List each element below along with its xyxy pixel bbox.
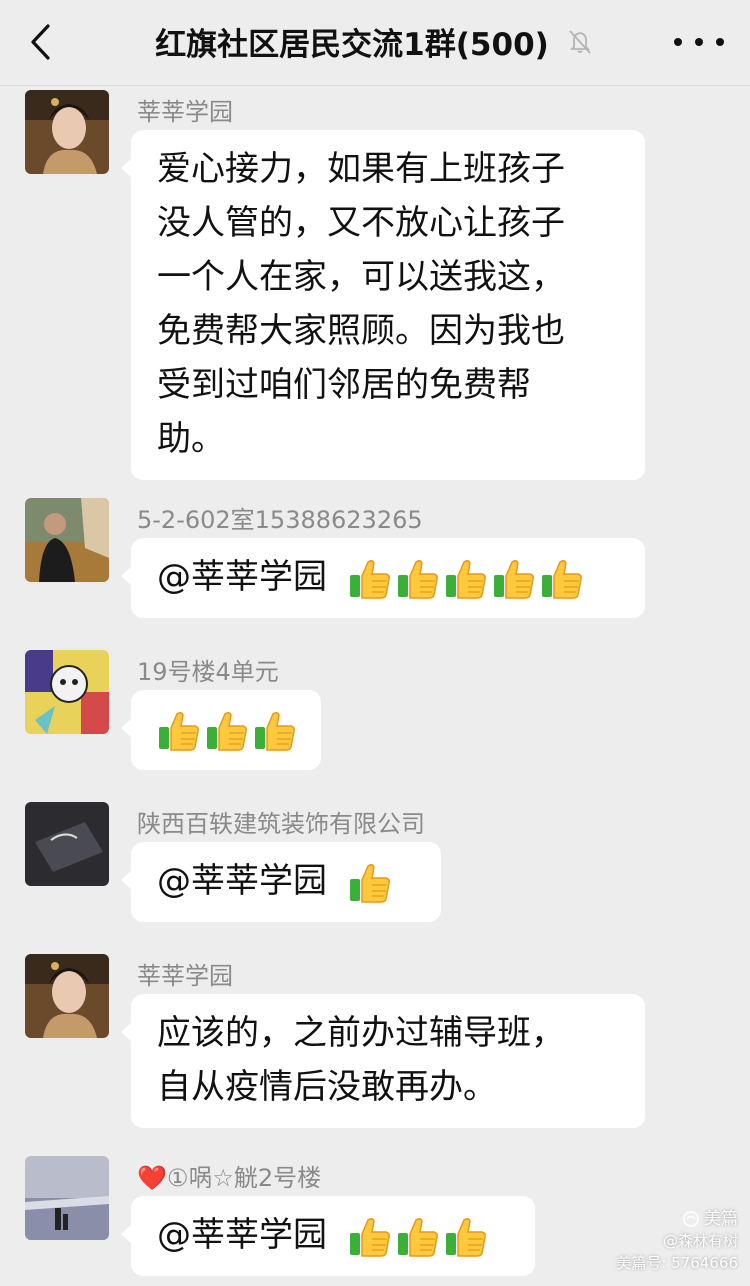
mention-text: @莘莘学园: [157, 861, 327, 901]
watermark-logo: 美篇: [616, 1208, 738, 1230]
message-bubble[interactable]: @莘莘学园: [121, 1196, 535, 1276]
mention-text: @莘莘学园: [157, 1215, 327, 1255]
chat-title: 红旗社区居民交流1群(500): [155, 26, 549, 63]
chat-header: 红旗社区居民交流1群(500): [0, 0, 750, 86]
message-bubble[interactable]: @莘莘学园: [121, 842, 441, 922]
message-bubble[interactable]: 应该的，之前办过辅导班， 自从疫情后没敢再办。: [121, 994, 645, 1128]
mention-text: @莘莘学园: [157, 557, 327, 597]
message-text-line: 爱心接力，如果有上班孩子: [157, 149, 565, 189]
avatar[interactable]: [25, 498, 109, 582]
title-area: 红旗社区居民交流1群(500): [0, 18, 750, 64]
more-dot: [716, 38, 724, 46]
message-bubble[interactable]: 爱心接力，如果有上班孩子 没人管的，又不放心让孩子 一个人在家，可以送我这， 免…: [121, 130, 645, 480]
message-text-line: 受到过咱们邻居的免费帮: [157, 365, 531, 405]
message-text-line: 应该的，之前办过辅导班，: [157, 1013, 565, 1053]
thumbs-up-icon: [396, 1215, 440, 1259]
thumbs-up-group: [348, 557, 588, 601]
sender-name: 5-2-602室15388623265: [137, 506, 423, 534]
thumbs-up-icon: [396, 557, 440, 601]
watermark-logo-text: 美篇: [704, 1209, 738, 1229]
watermark: 美篇 @森林有树 美篇号: 5764666: [616, 1208, 738, 1274]
message-text-line: 一个人在家，可以送我这，: [157, 257, 565, 297]
thumbs-up-icon: [157, 709, 201, 753]
sender-name: 19号楼4单元: [137, 658, 279, 686]
thumbs-up-icon: [348, 1215, 392, 1259]
more-dot: [695, 38, 703, 46]
meipian-logo-icon: [683, 1211, 699, 1227]
avatar[interactable]: [25, 1156, 109, 1240]
thumbs-up-icon: [444, 1215, 488, 1259]
message-text-line: 助。: [157, 419, 225, 459]
sender-name: 莘莘学园: [137, 962, 233, 990]
watermark-author: @森林有树: [662, 1232, 738, 1250]
bell-off-icon: [569, 30, 591, 54]
avatar[interactable]: [25, 802, 109, 886]
thumbs-up-icon: [444, 557, 488, 601]
message-bubble[interactable]: [121, 690, 321, 770]
thumbs-up-icon: [348, 861, 392, 905]
sender-name: ❤️①㖞☆觥2号楼: [137, 1164, 322, 1192]
thumbs-up-icon: [540, 557, 584, 601]
sender-name: 莘莘学园: [137, 98, 233, 126]
avatar[interactable]: [25, 90, 109, 174]
more-button[interactable]: [674, 24, 724, 60]
message-text-line: 自从疫情后没敢再办。: [157, 1067, 497, 1107]
avatar[interactable]: [25, 954, 109, 1038]
thumbs-up-icon: [205, 709, 249, 753]
message-text-line: 没人管的，又不放心让孩子: [157, 203, 565, 243]
more-dots-icon: [674, 38, 682, 46]
thumbs-up-group: [157, 709, 301, 753]
thumbs-up-icon: [253, 709, 297, 753]
thumbs-up-group: [348, 1215, 492, 1259]
thumbs-up-group: [348, 861, 396, 905]
watermark-id: 美篇号: 5764666: [616, 1254, 738, 1272]
avatar[interactable]: [25, 650, 109, 734]
thumbs-up-icon: [492, 557, 536, 601]
message-bubble[interactable]: @莘莘学园: [121, 538, 645, 618]
message-text-line: 免费帮大家照顾。因为我也: [157, 311, 565, 351]
thumbs-up-icon: [348, 557, 392, 601]
sender-name: 陕西百轶建筑装饰有限公司: [137, 810, 425, 838]
